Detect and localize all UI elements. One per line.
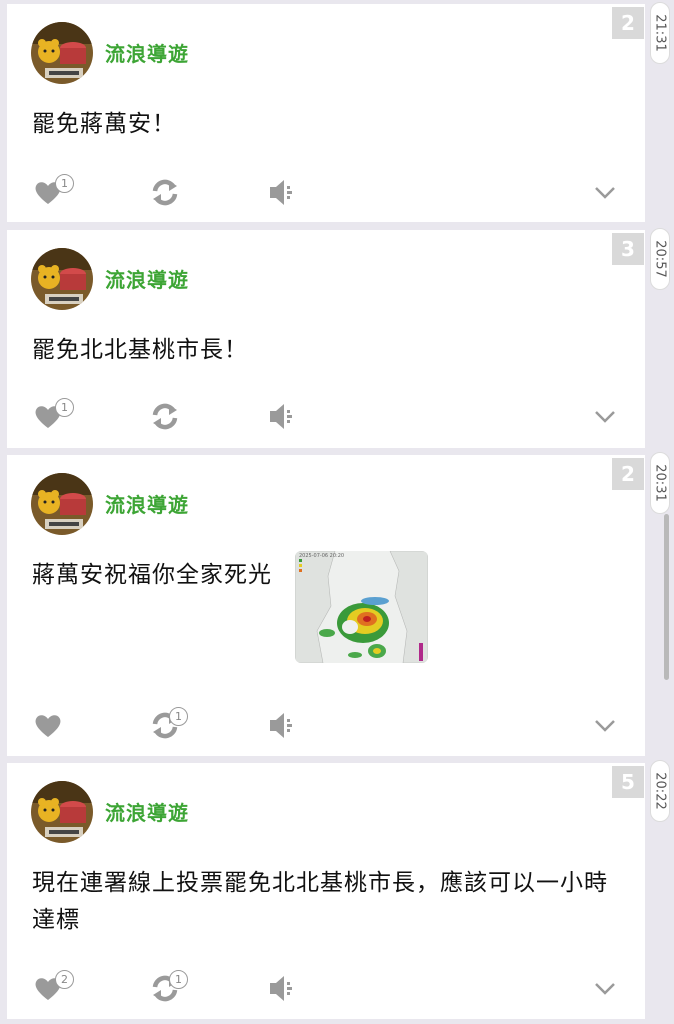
comment-count-badge: 5: [612, 766, 644, 798]
like-button[interactable]: 2: [33, 968, 77, 1008]
chevron-down-icon: [595, 720, 615, 732]
post-timestamp: 20:57: [650, 228, 670, 290]
chevron-down-icon: [595, 983, 615, 995]
expand-button[interactable]: [591, 396, 635, 436]
speaker-icon: [270, 404, 292, 429]
comment-count-badge: 3: [612, 233, 644, 265]
avatar[interactable]: [31, 248, 93, 310]
image-caption: 2025-07-06 20:20: [299, 553, 344, 559]
avatar[interactable]: [31, 22, 93, 84]
speaker-icon: [270, 180, 292, 205]
scrollbar-thumb[interactable]: [664, 514, 669, 680]
post-text: 罷免北北基桃市長！: [32, 337, 248, 363]
post-text: 現在連署線上投票罷免北北基桃市長，應該可以一小時達標: [32, 870, 608, 933]
post-card[interactable]: 2 流浪導遊 罷免蔣萬安！ 1: [7, 4, 645, 222]
like-button[interactable]: 1: [33, 172, 77, 212]
like-button[interactable]: 1: [33, 396, 77, 436]
speaker-button[interactable]: [267, 705, 311, 745]
post-actions: 1: [7, 396, 645, 436]
post-timestamp: 20:31: [650, 452, 670, 514]
speaker-button[interactable]: [267, 968, 311, 1008]
speaker-button[interactable]: [267, 396, 311, 436]
share-count: 1: [169, 970, 188, 989]
like-count: 2: [55, 970, 74, 989]
avatar[interactable]: [31, 781, 93, 843]
share-button[interactable]: 1: [149, 705, 193, 745]
like-count: 1: [55, 398, 74, 417]
speaker-button[interactable]: [267, 172, 311, 212]
share-count: 1: [169, 707, 188, 726]
post-card[interactable]: 2 流浪導遊 蔣萬安祝福你全家死光 2025-07-06 20:20 1: [7, 455, 645, 756]
radar-map-image: 2025-07-06 20:20: [295, 551, 428, 663]
post-card[interactable]: 5 流浪導遊 現在連署線上投票罷免北北基桃市長，應該可以一小時達標 2 1: [7, 763, 645, 1019]
author-name[interactable]: 流浪導遊: [105, 264, 189, 293]
expand-button[interactable]: [591, 968, 635, 1008]
share-icon: [152, 179, 178, 206]
post-actions: 1: [7, 705, 645, 745]
speaker-icon: [270, 976, 292, 1001]
post-card[interactable]: 3 流浪導遊 罷免北北基桃市長！ 1: [7, 230, 645, 448]
share-button[interactable]: [149, 396, 193, 436]
post-timestamp: 20:22: [650, 760, 670, 822]
author-name[interactable]: 流浪導遊: [105, 797, 189, 826]
expand-button[interactable]: [591, 172, 635, 212]
chevron-down-icon: [595, 187, 615, 199]
expand-button[interactable]: [591, 705, 635, 745]
like-button[interactable]: [33, 705, 77, 745]
post-text: 罷免蔣萬安！: [32, 111, 176, 137]
chevron-down-icon: [595, 411, 615, 423]
attached-image[interactable]: 2025-07-06 20:20: [295, 551, 428, 663]
avatar[interactable]: [31, 473, 93, 535]
comment-count-badge: 2: [612, 7, 644, 39]
like-count: 1: [55, 174, 74, 193]
author-name[interactable]: 流浪導遊: [105, 38, 189, 67]
comment-count-badge: 2: [612, 458, 644, 490]
share-button[interactable]: [149, 172, 193, 212]
post-timestamp: 21:31: [650, 2, 670, 64]
share-icon: [152, 403, 178, 430]
share-button[interactable]: 1: [149, 968, 193, 1008]
post-text: 蔣萬安祝福你全家死光: [32, 562, 272, 588]
post-actions: 1: [7, 172, 645, 212]
author-name[interactable]: 流浪導遊: [105, 489, 189, 518]
heart-icon: [35, 715, 61, 737]
post-actions: 2 1: [7, 968, 645, 1008]
speaker-icon: [270, 713, 292, 738]
